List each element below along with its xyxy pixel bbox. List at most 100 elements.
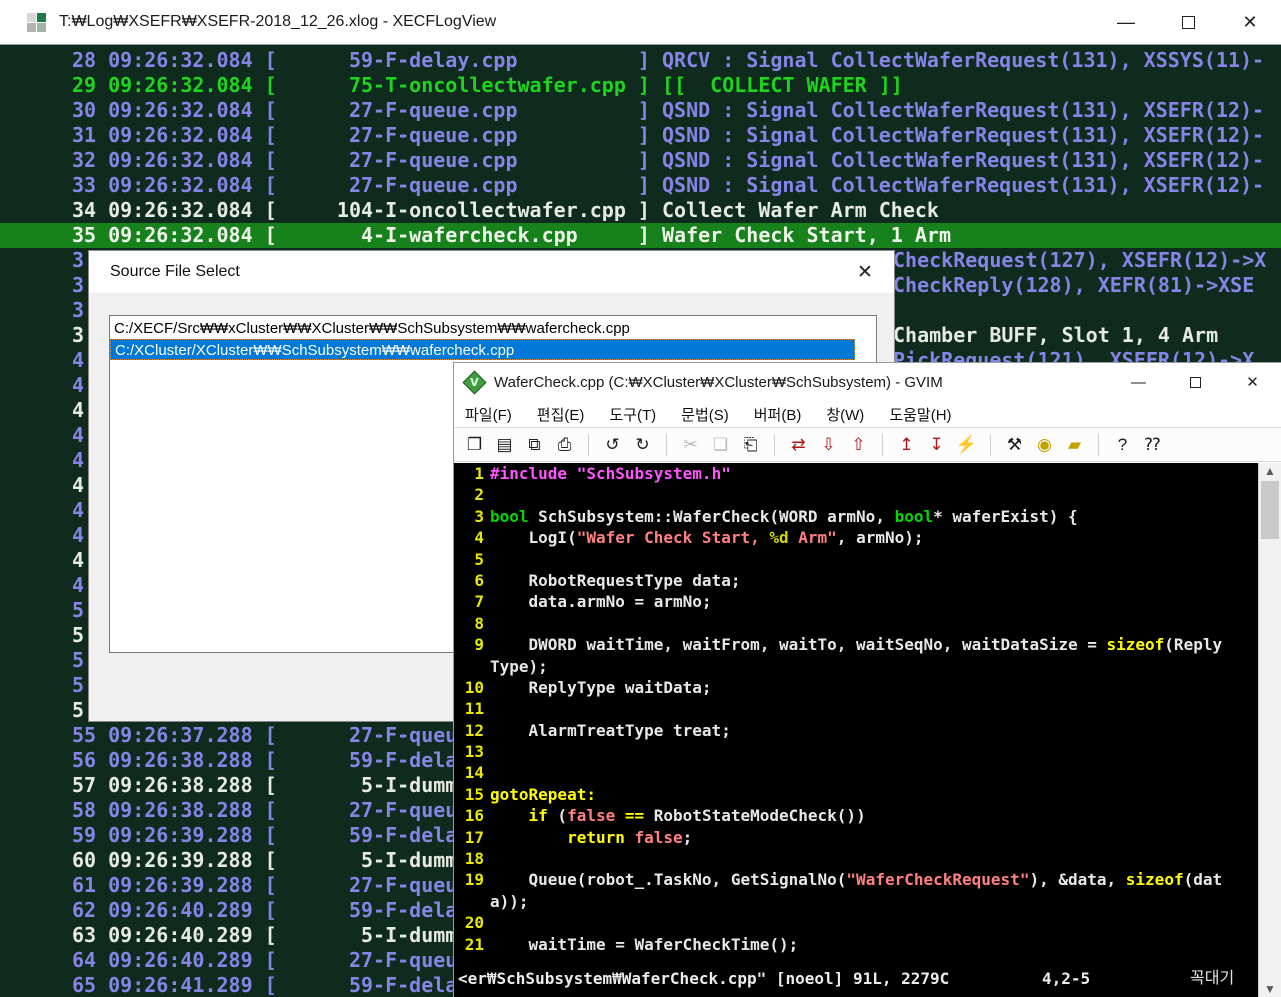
logview-close-button[interactable]: ✕ (1219, 0, 1281, 45)
line-number: 4 (454, 527, 484, 548)
log-row-fragment: Chamber BUFF, Slot 1, 4 Arm (893, 323, 1218, 348)
source-file-item[interactable]: C:/XECF/Src₩₩xCluster₩₩XCluster₩₩SchSubs… (110, 318, 876, 339)
gvim-minimize-button[interactable]: — (1110, 363, 1167, 401)
jump-to-tag-icon[interactable]: ▰ (1063, 435, 1086, 455)
log-row[interactable]: 34 09:26:32.084 [ 104-I-oncollectwafer.c… (0, 198, 1281, 223)
log-row[interactable]: 31 09:26:32.084 [ 27-F-queue.cpp ] QSND … (0, 123, 1281, 148)
code-line: 19 Queue(robot_.TaskNo, GetSignalNo("Waf… (454, 869, 1259, 890)
menu-tools[interactable]: 도구(T) (609, 404, 656, 425)
dialog-titlebar: Source File Select ✕ (89, 251, 894, 293)
build-tags-icon[interactable]: ◉ (1033, 435, 1056, 455)
scrollbar-thumb[interactable] (1261, 481, 1279, 539)
code-segment: == (625, 806, 644, 825)
code-segment: false (635, 828, 683, 847)
find-prev-icon[interactable]: ⇧ (847, 435, 870, 455)
find-replace-icon[interactable]: ⇄ (787, 435, 810, 455)
code-line: 13 (454, 741, 1259, 762)
gvim-maximize-button[interactable] (1167, 363, 1224, 401)
line-number: 13 (454, 741, 484, 762)
menu-file[interactable]: 파일(F) (465, 404, 512, 425)
code-segment: SchSubsystem::WaferCheck(WORD armNo, (529, 507, 895, 526)
toolbar-separator (990, 434, 991, 456)
logview-minimize-button[interactable]: — (1095, 0, 1157, 45)
log-row[interactable]: 32 09:26:32.084 [ 27-F-queue.cpp ] QSND … (0, 148, 1281, 173)
line-number: 16 (454, 805, 484, 826)
undo-icon[interactable]: ↺ (601, 435, 624, 455)
code-line: 3bool SchSubsystem::WaferCheck(WORD armN… (454, 506, 1259, 527)
code-segment: RobotStateModeCheck()) (644, 806, 866, 825)
log-row[interactable]: 30 09:26:32.084 [ 27-F-queue.cpp ] QSND … (0, 98, 1281, 123)
cut-icon[interactable]: ✂ (679, 435, 702, 455)
code-segment (567, 464, 577, 483)
code-segment: , armNo); (837, 528, 924, 547)
line-number: 21 (454, 934, 484, 955)
toolbar-separator (882, 434, 883, 456)
code-line: 10 ReplyType waitData; (454, 677, 1259, 698)
make-icon[interactable]: ⚒ (1003, 435, 1026, 455)
menu-help[interactable]: 도움말(H) (889, 404, 951, 425)
log-row[interactable]: 29 09:26:32.084 [ 75-T-oncollectwafer.cp… (0, 73, 1281, 98)
code-line: 1#include "SchSubsystem.h" (454, 463, 1259, 484)
help-icon[interactable]: ? (1111, 435, 1134, 455)
gvim-scrollbar[interactable]: ▲ ▼ (1258, 463, 1281, 997)
line-number: 6 (454, 570, 484, 591)
code-line: 7 data.armNo = armNo; (454, 591, 1259, 612)
code-line: 9 DWORD waitTime, waitFrom, waitTo, wait… (454, 634, 1259, 655)
save-session-icon[interactable]: ↧ (925, 435, 948, 455)
dialog-close-button[interactable]: ✕ (850, 257, 880, 287)
toolbar-separator (588, 434, 589, 456)
code-segment: sizeof (1107, 635, 1165, 654)
line-number: 9 (454, 634, 484, 655)
code-line: 15gotoRepeat: (454, 784, 1259, 805)
code-segment: Queue(robot_.TaskNo, GetSignalNo( (490, 870, 846, 889)
code-segment: bool (895, 507, 934, 526)
code-segment: "SchSubsystem.h" (577, 464, 731, 483)
open-icon[interactable]: ❐ (463, 435, 486, 455)
menu-edit[interactable]: 편집(E) (537, 404, 585, 425)
line-number: 1 (454, 463, 484, 484)
line-number: 8 (454, 613, 484, 634)
find-next-icon[interactable]: ⇩ (817, 435, 840, 455)
logview-app-icon (27, 13, 46, 32)
save-all-icon[interactable]: ⧉ (523, 435, 546, 455)
logview-window-title: T:₩Log₩XSEFR₩XSEFR-2018_12_26.xlog - XEC… (59, 13, 496, 31)
load-session-icon[interactable]: ↥ (895, 435, 918, 455)
gvim-close-button[interactable]: ✕ (1224, 363, 1281, 401)
copy-icon[interactable]: ❑ (709, 435, 732, 455)
code-line: 4 LogI("Wafer Check Start, %d Arm", armN… (454, 527, 1259, 548)
redo-icon[interactable]: ↻ (631, 435, 654, 455)
code-segment: waitTime = WaferCheckTime(); (490, 935, 798, 954)
gvim-code-area[interactable]: 1#include "SchSubsystem.h"23bool SchSubs… (454, 463, 1259, 961)
logview-maximize-button[interactable] (1157, 0, 1219, 45)
code-segment: RobotRequestType data; (490, 571, 740, 590)
gvim-window-title: WaferCheck.cpp (C:₩XCluster₩XCluster₩Sch… (494, 374, 943, 391)
source-file-item-selected[interactable]: C:/XCluster/XCluster₩₩SchSubsystem₩₩wafe… (110, 339, 855, 360)
menu-syntax[interactable]: 문법(S) (681, 404, 729, 425)
print-icon[interactable]: ⎙ (553, 435, 576, 455)
log-row[interactable]: 35 09:26:32.084 [ 4-I-wafercheck.cpp ] W… (0, 223, 1281, 248)
run-script-icon[interactable]: ⚡ (955, 435, 978, 455)
code-segment: DWORD waitTime, waitFrom, waitTo, waitSe… (490, 635, 1107, 654)
code-segment: Type); (490, 657, 548, 676)
line-number: 7 (454, 591, 484, 612)
paste-icon[interactable]: ⎗ (739, 435, 762, 455)
gvim-titlebar: V WaferCheck.cpp (C:₩XCluster₩XCluster₩S… (454, 363, 1281, 401)
menu-window[interactable]: 창(W) (826, 404, 864, 425)
code-segment: ( (548, 806, 567, 825)
save-icon[interactable]: ▤ (493, 435, 516, 455)
code-line: 16 if (false == RobotStateModeCheck()) (454, 805, 1259, 826)
scroll-up-icon[interactable]: ▲ (1259, 463, 1281, 480)
line-number: 15 (454, 784, 484, 805)
code-segment: Arm" (789, 528, 837, 547)
dialog-title: Source File Select (110, 263, 240, 281)
menu-buffers[interactable]: 버퍼(B) (754, 404, 802, 425)
line-number: 11 (454, 698, 484, 719)
code-line: 5 (454, 549, 1259, 570)
line-number: 10 (454, 677, 484, 698)
log-row[interactable]: 33 09:26:32.084 [ 27-F-queue.cpp ] QSND … (0, 173, 1281, 198)
log-row[interactable]: 28 09:26:32.084 [ 59-F-delay.cpp ] QRCV … (0, 48, 1281, 73)
find-help-icon[interactable]: ⁇ (1141, 435, 1164, 455)
code-line: 11 (454, 698, 1259, 719)
scroll-down-icon[interactable]: ▼ (1259, 981, 1281, 997)
code-line: 20 (454, 912, 1259, 933)
